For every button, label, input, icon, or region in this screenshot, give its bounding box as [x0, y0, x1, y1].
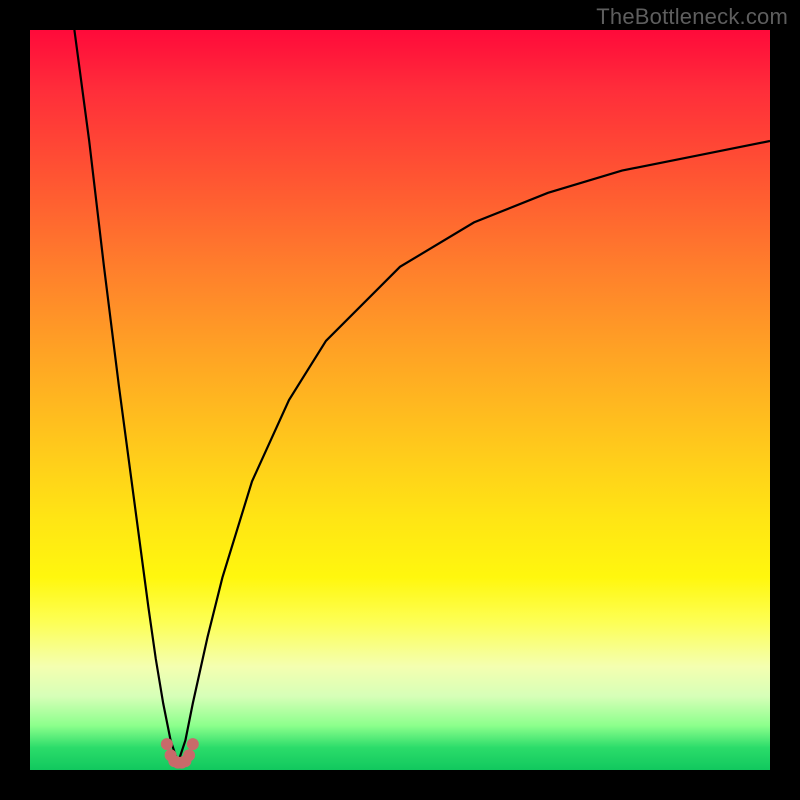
curve-left-branch [74, 30, 178, 763]
marker-dot [161, 738, 173, 750]
marker-cluster [161, 738, 199, 769]
curve-right-branch [178, 141, 770, 763]
watermark-text: TheBottleneck.com [596, 4, 788, 30]
outer-frame: TheBottleneck.com [0, 0, 800, 800]
marker-dot [187, 738, 199, 750]
curve-layer [30, 30, 770, 770]
marker-dot [183, 749, 195, 761]
plot-area [30, 30, 770, 770]
